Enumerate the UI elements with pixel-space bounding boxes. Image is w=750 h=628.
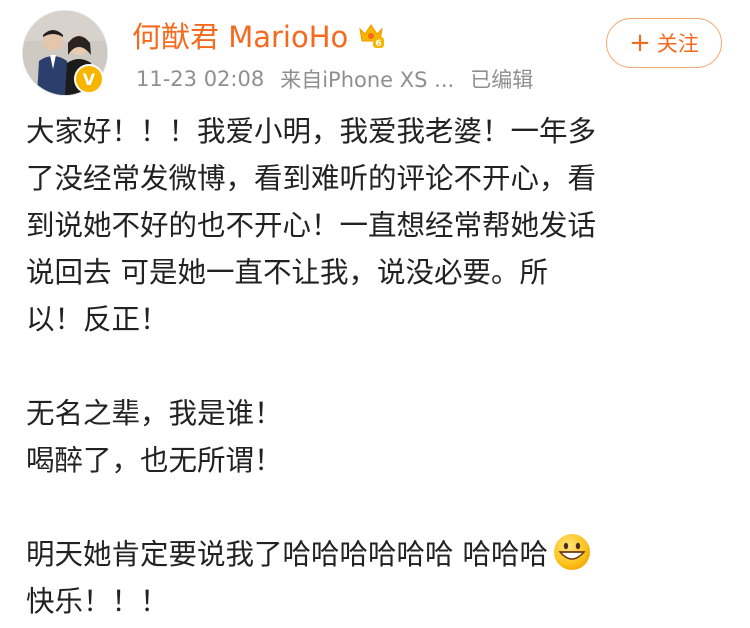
edited-label[interactable]: 已编辑	[470, 64, 533, 94]
follow-button-label: 关注	[656, 32, 699, 56]
post-text-line-with-emoji: 明天她肯定要说我了哈哈哈哈哈哈 哈哈哈	[26, 531, 726, 578]
svg-text:6: 6	[376, 39, 382, 49]
post-text-segment: 明天她肯定要说我了哈哈哈哈哈哈 哈哈哈	[26, 538, 549, 571]
post-text-line: 说回去 可是她一直不让我，说没必要。所	[26, 256, 549, 289]
plus-icon: +	[629, 28, 651, 58]
crown-level-badge-icon[interactable]: 6	[356, 20, 386, 50]
post-text-line: 以！反正！	[26, 303, 169, 336]
post-text-line: 无名之辈，我是谁！	[26, 397, 283, 430]
verified-badge-text: V	[82, 69, 96, 89]
avatar[interactable]: V	[22, 10, 108, 96]
post-text-line: 了没经常发微博，看到难听的评论不开心，看	[26, 162, 597, 195]
grinning-face-emoji-icon	[554, 534, 591, 570]
post-timestamp: 11-23 02:08	[136, 67, 265, 91]
post-meta: 11-23 02:08 来自iPhone XS ... 已编辑	[136, 64, 549, 94]
post-source: 来自iPhone XS ...	[280, 68, 455, 92]
post-text-line: 到说她不好的也不开心！一直想经常帮她发话	[26, 209, 597, 242]
verified-badge-icon: V	[74, 64, 104, 94]
post-text-line: 快乐！！！	[26, 585, 169, 618]
post-content: 大家好！！！我爱小明，我爱我老婆！一年多 了没经常发微博，看到难听的评论不开心，…	[26, 108, 726, 625]
weibo-post: V 何猷君 MarioHo 6 11-23 02:08 来自iPhone XS …	[0, 0, 750, 628]
post-text-line: 大家好！！！我爱小明，我爱我老婆！一年多	[26, 115, 597, 148]
follow-button[interactable]: + 关注	[606, 18, 722, 68]
post-text-line: 喝醉了，也无所谓！	[26, 444, 283, 477]
username[interactable]: 何猷君 MarioHo	[132, 14, 348, 56]
username-row: 何猷君 MarioHo 6	[132, 14, 386, 56]
